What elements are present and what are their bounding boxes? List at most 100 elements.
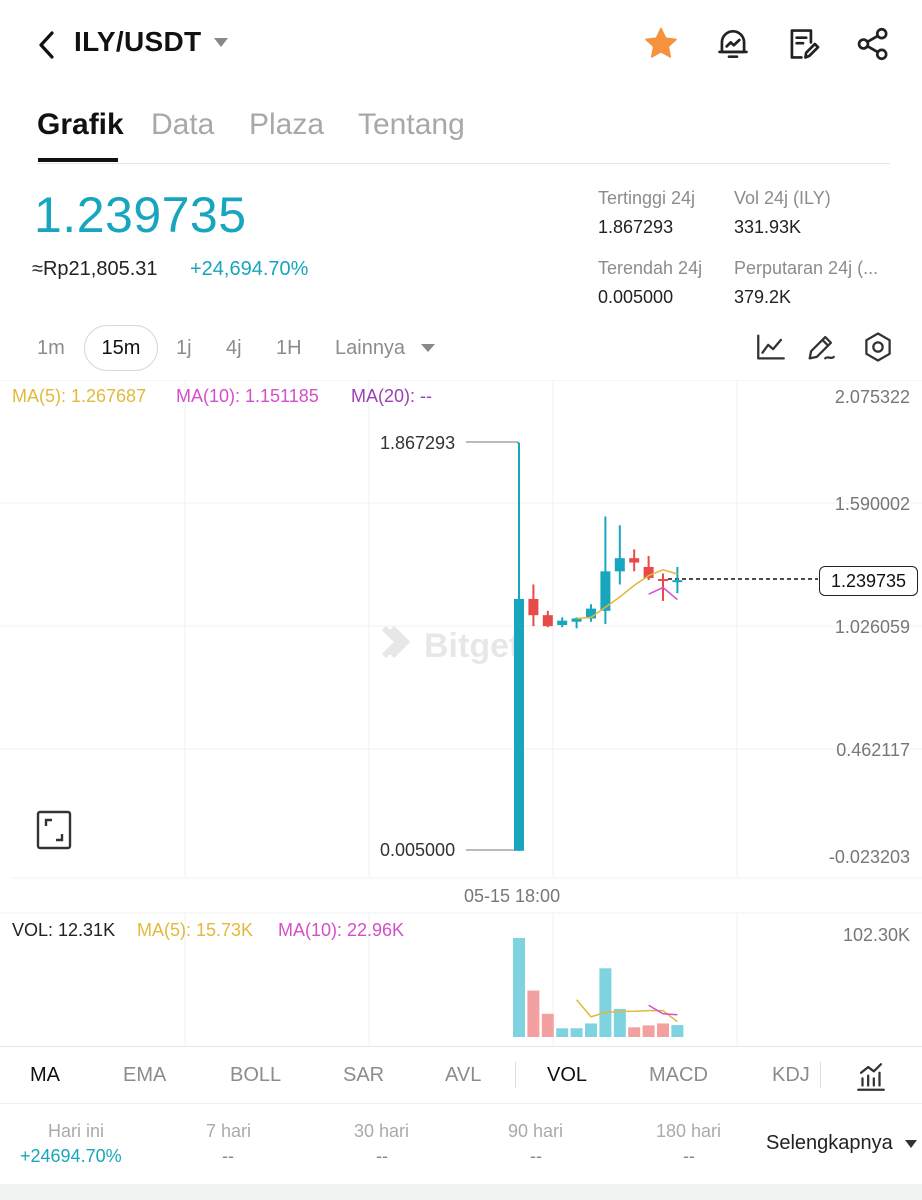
candles — [514, 442, 683, 851]
svg-text:Bitget: Bitget — [424, 627, 520, 665]
volume-ma-lines — [576, 999, 678, 1023]
candle-body — [614, 558, 625, 572]
y-axis-label: 1.026059 — [834, 617, 910, 637]
indicator-avl[interactable]: AVL — [445, 1064, 481, 1087]
perf-label-7d: 7 hari — [206, 1121, 252, 1141]
candle-body — [514, 598, 524, 851]
high-24h-label: Tertinggi 24j — [598, 188, 696, 208]
volume-bar — [642, 1025, 655, 1037]
timeframe-more-caret-icon[interactable] — [421, 344, 435, 352]
volume-bars — [513, 938, 684, 1037]
star-icon[interactable] — [641, 24, 681, 64]
volume-bar — [556, 1028, 569, 1037]
vol-24h-label: Vol 24j (ILY) — [734, 188, 831, 208]
volume-bar — [613, 1008, 626, 1037]
candle — [614, 525, 625, 585]
indicator-ema[interactable]: EMA — [123, 1064, 166, 1087]
pair-dropdown-icon[interactable] — [214, 38, 228, 47]
y-axis-label: 0.462117 — [836, 740, 910, 760]
price-change: +24,694.70% — [190, 258, 309, 280]
kline-chart[interactable]: Bitget — [0, 380, 922, 1046]
volume-bar — [599, 968, 612, 1037]
timeframe-15m[interactable]: 15m — [84, 325, 158, 371]
turnover-24h-label: Perputaran 24j (... — [734, 258, 879, 278]
tab-plaza[interactable]: Plaza — [249, 108, 324, 142]
notes-icon[interactable] — [783, 24, 823, 64]
candle — [586, 604, 596, 622]
ma10-legend: MA(10): 1.151185 — [176, 386, 319, 406]
timeframe-1h[interactable]: 1H — [276, 337, 302, 360]
volume-bar — [657, 1023, 669, 1037]
perf-value-180d: -- — [683, 1146, 695, 1166]
tab-divider — [38, 163, 890, 164]
tab-tentang[interactable]: Tentang — [358, 108, 465, 142]
ma5-legend: MA(5): 1.267687 — [12, 386, 147, 406]
vol-ma5-line — [576, 999, 678, 1023]
bitget-watermark: Bitget — [381, 625, 520, 665]
perf-value-90d: -- — [530, 1146, 542, 1166]
tab-data[interactable]: Data — [151, 108, 214, 142]
high-marker-label: 1.867293 — [380, 433, 456, 453]
candle-body — [658, 579, 668, 582]
timeframe-4j[interactable]: 4j — [226, 337, 242, 360]
candle — [514, 442, 524, 851]
volume-bar — [527, 990, 540, 1037]
vol-axis-max-label: 102.30K — [842, 925, 910, 945]
perf-label-180d: 180 hari — [656, 1121, 722, 1141]
candle-body — [672, 580, 683, 583]
indicator-boll[interactable]: BOLL — [230, 1064, 281, 1087]
vol-24h-value: 331.93K — [734, 217, 802, 237]
price-idr: ≈Rp21,805.31 — [32, 258, 158, 280]
volume-bar — [541, 1013, 554, 1037]
fullscreen-icon[interactable] — [36, 810, 72, 850]
candle-body — [571, 618, 582, 622]
draw-tool-icon[interactable] — [804, 330, 840, 366]
candle — [528, 584, 539, 627]
vol-ma5-legend: MA(5): 15.73K — [137, 920, 254, 940]
indicator-separator — [515, 1062, 516, 1088]
timeframe-more[interactable]: Lainnya — [335, 337, 405, 360]
y-axis-label: -0.023203 — [828, 847, 910, 867]
more-caret-icon[interactable] — [905, 1140, 917, 1148]
y-axis-label: 2.075322 — [834, 387, 910, 407]
indicator-macd[interactable]: MACD — [649, 1064, 708, 1087]
candle — [672, 566, 683, 594]
indicator-ma[interactable]: MA — [30, 1064, 60, 1087]
perf-value-7d: -- — [222, 1146, 234, 1166]
y-axis-label: 1.590002 — [834, 494, 910, 514]
volume-bar — [628, 1027, 641, 1037]
candle-body — [557, 620, 568, 626]
indicator-kdj[interactable]: KDJ — [772, 1064, 810, 1087]
more-performance-button[interactable]: Selengkapnya — [766, 1132, 893, 1155]
indicator-settings-icon[interactable] — [854, 1060, 888, 1094]
candle-body — [542, 615, 553, 627]
candle-body — [629, 558, 640, 563]
low-marker-label: 0.005000 — [380, 840, 456, 860]
high-marker-line — [466, 441, 519, 444]
timeframe-1j[interactable]: 1j — [176, 337, 192, 360]
last-price-tag[interactable]: 1.239735 — [819, 566, 918, 596]
chart-grid — [0, 380, 922, 1046]
candle — [542, 610, 553, 628]
candle — [571, 617, 582, 629]
pair-title[interactable]: ILY/USDT — [74, 26, 201, 58]
volume-bar — [513, 938, 525, 1037]
line-chart-icon[interactable] — [754, 330, 790, 366]
indicator-sar[interactable]: SAR — [343, 1064, 384, 1087]
turnover-24h-value: 379.2K — [734, 287, 792, 307]
last-price: 1.239735 — [34, 187, 247, 243]
perf-value-30d: -- — [376, 1146, 388, 1166]
price-alert-icon[interactable] — [713, 24, 753, 64]
bottom-bar — [0, 1184, 922, 1200]
settings-icon[interactable] — [861, 330, 897, 366]
timeframe-1m[interactable]: 1m — [37, 337, 65, 360]
volume-bar — [570, 1028, 583, 1037]
low-24h-label: Terendah 24j — [598, 258, 703, 278]
share-icon[interactable] — [853, 24, 893, 64]
indicator-vol[interactable]: VOL — [547, 1064, 587, 1087]
back-icon[interactable] — [34, 28, 64, 62]
volume-bar — [671, 1025, 684, 1037]
tab-grafik[interactable]: Grafik — [37, 108, 124, 142]
perf-label-30d: 30 hari — [354, 1121, 410, 1141]
volume-bar — [585, 1023, 597, 1037]
